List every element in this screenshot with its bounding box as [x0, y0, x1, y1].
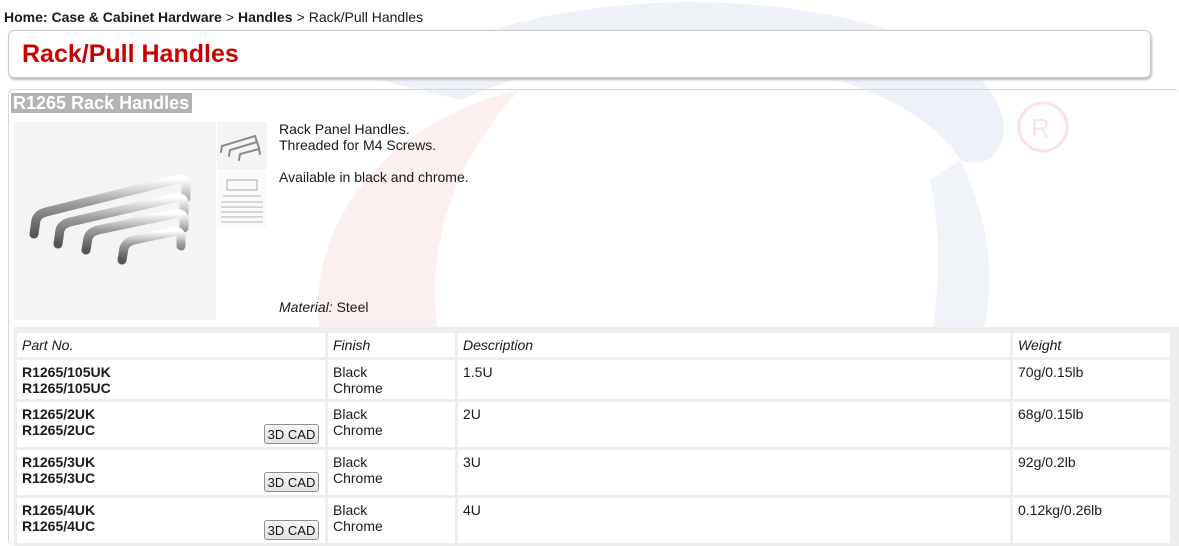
- table-row-finish-cell: Black Chrome: [328, 450, 455, 495]
- breadcrumb-current: Rack/Pull Handles: [308, 9, 424, 25]
- part-number: R1265/2UK: [22, 406, 96, 422]
- finish-value: Black: [333, 406, 368, 422]
- material-value: Steel: [336, 299, 369, 315]
- description-line: Rack Panel Handles.: [279, 121, 410, 137]
- table-row-description-cell: 3U: [458, 450, 1010, 495]
- table-row-description-cell: 2U: [458, 402, 1010, 447]
- breadcrumb-handles-link[interactable]: Handles: [238, 9, 292, 25]
- table-row-part-cell: R1265/2UK R1265/2UC 3D CAD: [17, 402, 325, 447]
- table-row-description-cell: 1.5U: [458, 360, 1010, 399]
- table-row-part-cell: R1265/4UK R1265/4UC 3D CAD: [17, 498, 325, 543]
- product-description: Rack Panel Handles. Threaded for M4 Scre…: [279, 121, 469, 185]
- table-row-description-cell: 4U: [458, 498, 1010, 543]
- finish-value: Chrome: [333, 470, 383, 486]
- part-number: R1265/105UK: [22, 364, 111, 380]
- part-number: R1265/4UK: [22, 502, 96, 518]
- table-row-finish-cell: Black Chrome: [328, 360, 455, 399]
- description-line: Threaded for M4 Screws.: [279, 137, 437, 153]
- dimension-drawing-thumbnail[interactable]: [217, 172, 267, 228]
- breadcrumb-separator: >: [225, 9, 235, 25]
- part-number: R1265/3UK: [22, 454, 96, 470]
- breadcrumb-case-cabinet-link[interactable]: Case & Cabinet Hardware: [51, 9, 221, 25]
- product-thumbnail[interactable]: [217, 122, 267, 170]
- description-line: Available in black and chrome.: [279, 169, 469, 185]
- handles-thumbnail-image: [220, 134, 261, 161]
- 3d-cad-button[interactable]: 3D CAD: [264, 520, 319, 540]
- table-row-weight-cell: 92g/0.2lb: [1013, 450, 1170, 495]
- table-row-finish-cell: Black Chrome: [328, 498, 455, 543]
- header-part-no: Part No.: [17, 333, 325, 357]
- 3d-cad-button[interactable]: 3D CAD: [264, 472, 319, 492]
- breadcrumb: Home: Case & Cabinet Hardware > Handles > Ra…: [4, 9, 423, 25]
- finish-value: Black: [333, 364, 368, 380]
- product-image[interactable]: [14, 122, 216, 320]
- finish-value: Chrome: [333, 518, 383, 534]
- header-weight: Weight: [1013, 333, 1170, 357]
- header-description: Description: [458, 333, 1010, 357]
- finish-value: Black: [333, 502, 368, 518]
- finish-value: Black: [333, 454, 368, 470]
- page-title: Rack/Pull Handles: [22, 40, 239, 68]
- material-label: Material:: [279, 299, 333, 315]
- table-row-weight-cell: 68g/0.15lb: [1013, 402, 1170, 447]
- 3d-cad-button[interactable]: 3D CAD: [264, 424, 319, 444]
- breadcrumb-separator: >: [296, 9, 305, 25]
- breadcrumb-home-link[interactable]: Home:: [4, 9, 48, 25]
- product-title: R1265 Rack Handles: [11, 93, 193, 113]
- handles-illustration: [29, 174, 191, 265]
- finish-value: Chrome: [333, 380, 383, 396]
- part-number: R1265/105UC: [22, 380, 111, 396]
- header-finish: Finish: [328, 333, 455, 357]
- table-row-finish-cell: Black Chrome: [328, 402, 455, 447]
- dimension-drawing-image: [221, 179, 263, 223]
- table-row-weight-cell: 70g/0.15lb: [1013, 360, 1170, 399]
- finish-value: Chrome: [333, 422, 383, 438]
- table-row-part-cell: R1265/3UK R1265/3UC 3D CAD: [17, 450, 325, 495]
- table-row-part-cell: R1265/105UK R1265/105UC: [17, 360, 325, 399]
- page-title-box: Rack/Pull Handles: [8, 30, 1151, 78]
- material-info: Material: Steel: [279, 299, 369, 315]
- table-row-weight-cell: 0.12kg/0.26lb: [1013, 498, 1170, 543]
